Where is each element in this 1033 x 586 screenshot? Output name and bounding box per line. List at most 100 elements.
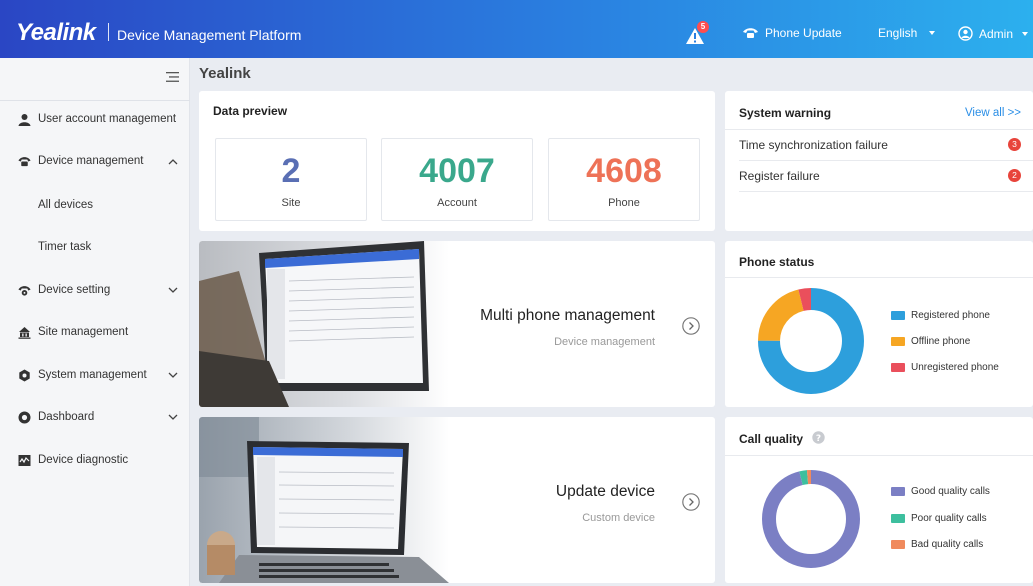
language-select[interactable]: English — [878, 26, 936, 40]
stat-label: Phone — [608, 197, 640, 209]
stat-label: Site — [281, 197, 301, 209]
chevron-right-circle-icon[interactable] — [682, 493, 700, 511]
donut-slice-good-quality-calls[interactable] — [762, 470, 860, 568]
warning-item[interactable]: Time synchronization failure 3 — [739, 138, 1021, 152]
call-quality-title: Call quality — [739, 432, 804, 446]
sidebar-item-device-management[interactable]: Device management — [0, 140, 190, 182]
sidebar-item-label: Device setting — [38, 284, 111, 296]
sidebar-item-user-account[interactable]: User account management — [0, 98, 190, 140]
breadcrumb: Yealink — [199, 65, 251, 82]
sidebar-item-label: Site management — [38, 326, 129, 338]
stat-phone[interactable]: 4608 Phone — [548, 138, 700, 221]
phone-status-donut-chart[interactable] — [757, 287, 865, 395]
system-warning-title: System warning — [739, 106, 832, 120]
legend-label: Registered phone — [911, 310, 990, 321]
sidebar: User account management Device managemen… — [0, 58, 190, 586]
banner-title: Update device — [555, 483, 655, 500]
sidebar-item-label: Dashboard — [38, 411, 95, 423]
multi-phone-management-banner[interactable]: Multi phone management Device management — [199, 241, 715, 407]
system-warning-card: System warning View all >> Time synchron… — [725, 91, 1033, 231]
legend-swatch — [891, 540, 905, 549]
legend-item: Bad quality calls — [891, 539, 983, 550]
legend-item: Good quality calls — [891, 486, 990, 497]
divider — [739, 191, 1033, 192]
logo-separator — [108, 23, 109, 41]
legend-item: Unregistered phone — [891, 362, 999, 373]
sidebar-item-site-management[interactable]: Site management — [0, 311, 190, 353]
phone-icon — [18, 156, 31, 166]
gear-icon — [19, 369, 30, 381]
legend-label: Unregistered phone — [911, 362, 999, 373]
stat-account[interactable]: 4007 Account — [381, 138, 533, 221]
sidebar-item-system-management[interactable]: System management — [0, 354, 190, 396]
phone-status-title: Phone status — [739, 255, 815, 269]
sidebar-item-all-devices[interactable]: All devices — [0, 184, 190, 226]
chevron-right-circle-icon[interactable] — [682, 317, 700, 335]
top-header: Yealink Device Management Platform 5 Pho… — [0, 0, 1033, 58]
legend-item: Registered phone — [891, 310, 990, 321]
phone-update-label: Phone Update — [765, 26, 842, 40]
legend-label: Good quality calls — [911, 486, 990, 497]
phone-icon — [743, 28, 758, 38]
stat-value: 4608 — [586, 152, 662, 190]
legend-label: Bad quality calls — [911, 539, 984, 550]
platform-title: Device Management Platform — [117, 27, 302, 43]
legend-swatch — [891, 514, 905, 523]
legend-item: Offline phone — [891, 336, 970, 347]
stat-site[interactable]: 2 Site — [215, 138, 367, 221]
sidebar-item-label: All devices — [38, 199, 93, 211]
view-all-link[interactable]: View all >> — [965, 107, 1021, 119]
legend-label: Offline phone — [911, 336, 971, 347]
menu-toggle-icon[interactable] — [166, 72, 179, 82]
user-avatar-icon — [958, 26, 973, 41]
sidebar-item-timer-task[interactable]: Timer task — [0, 226, 190, 268]
sidebar-item-label: Device diagnostic — [38, 454, 129, 466]
warning-item[interactable]: Register failure 2 — [739, 169, 1021, 183]
user-icon — [18, 113, 31, 126]
user-name: Admin — [979, 26, 1014, 41]
banner-subtitle: Custom device — [582, 512, 655, 524]
building-icon — [18, 326, 31, 339]
laptop-illustration — [199, 241, 449, 407]
warning-label: Time synchronization failure — [739, 138, 888, 152]
update-device-banner[interactable]: Update device Custom device — [199, 417, 715, 583]
sidebar-item-label: Timer task — [38, 241, 92, 253]
data-preview-title: Data preview — [213, 104, 288, 118]
legend-swatch — [891, 337, 905, 346]
phone-update-button[interactable]: Phone Update — [742, 26, 842, 40]
phone-settings-icon — [18, 285, 31, 296]
chevron-up-icon — [168, 158, 178, 164]
svg-text:?: ? — [816, 434, 821, 444]
legend-swatch — [891, 487, 905, 496]
divider — [725, 455, 1033, 456]
divider — [725, 277, 1033, 278]
stat-value: 2 — [281, 152, 301, 190]
stat-value: 4007 — [419, 152, 495, 190]
dashboard-icon — [18, 411, 31, 423]
user-menu[interactable]: Admin — [958, 26, 1029, 41]
warning-label: Register failure — [739, 169, 820, 183]
sidebar-item-device-setting[interactable]: Device setting — [0, 269, 190, 311]
language-label: English — [878, 26, 918, 40]
sidebar-item-dashboard[interactable]: Dashboard — [0, 396, 190, 438]
stat-label: Account — [437, 197, 477, 209]
legend-label: Poor quality calls — [911, 513, 987, 524]
warning-count-badge: 2 — [1008, 169, 1021, 182]
help-icon[interactable]: ? — [812, 431, 825, 444]
sidebar-item-device-diagnostic[interactable]: Device diagnostic — [0, 439, 190, 481]
sidebar-item-label: System management — [38, 369, 147, 381]
data-preview-card: Data preview 2 Site 4007 Account 4608 Ph… — [199, 91, 715, 231]
banner-title: Multi phone management — [480, 307, 655, 324]
legend-item: Poor quality calls — [891, 513, 987, 524]
warning-count-badge: 3 — [1008, 138, 1021, 151]
banner-subtitle: Device management — [554, 336, 655, 348]
sidebar-item-label: User account management — [38, 113, 177, 125]
call-quality-donut-chart[interactable] — [761, 469, 861, 569]
divider — [739, 160, 1033, 161]
call-quality-card: Call quality ? Good quality calls Poor q… — [725, 417, 1033, 583]
yealink-logo[interactable]: Yealink — [16, 19, 96, 47]
sidebar-item-label: Device management — [38, 155, 144, 167]
chevron-down-icon — [168, 372, 178, 378]
chevron-down-icon — [168, 287, 178, 293]
legend-swatch — [891, 363, 905, 372]
